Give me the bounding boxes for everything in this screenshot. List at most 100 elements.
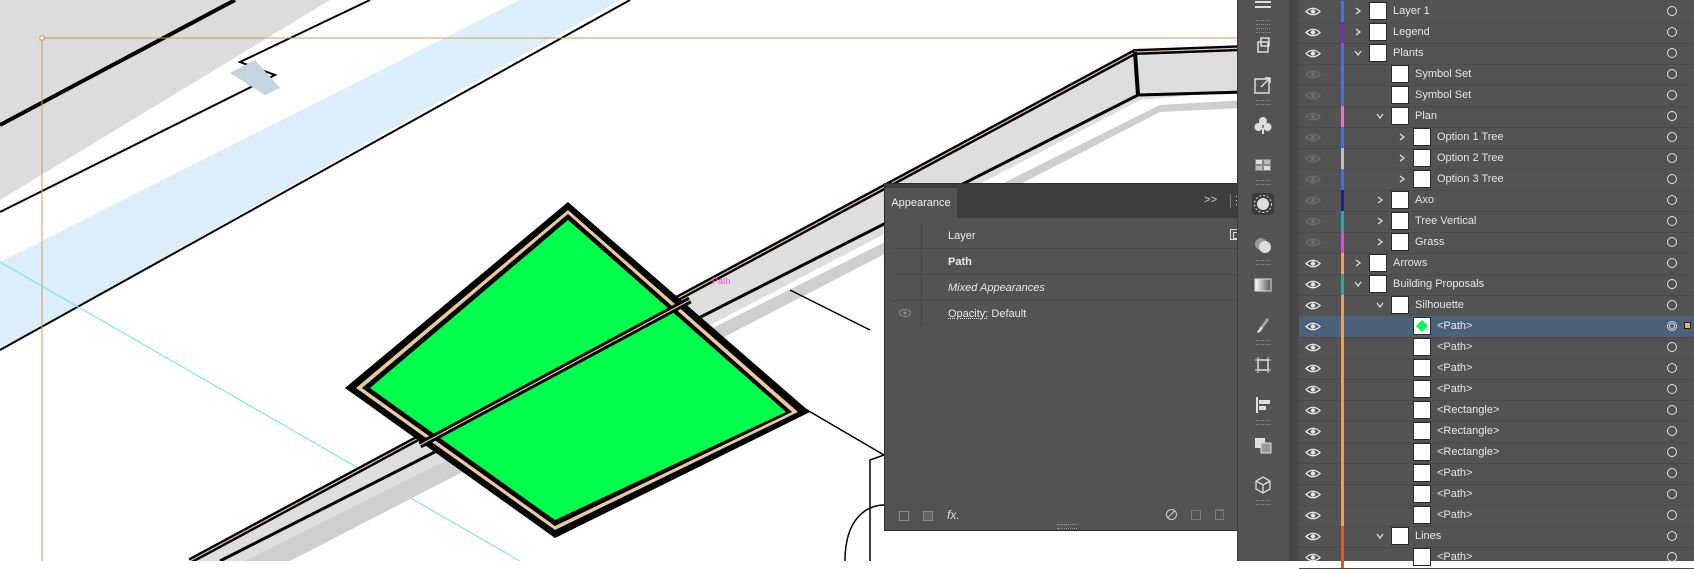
appearance-panel-header[interactable]: Appearance >>	[885, 184, 1253, 218]
align-icon[interactable]	[1252, 394, 1274, 416]
eye-icon[interactable]	[1305, 237, 1321, 248]
eye-icon[interactable]	[899, 308, 911, 318]
selection-indicator[interactable]	[1684, 322, 1691, 329]
layer-row[interactable]: <Rectangle>	[1299, 400, 1694, 422]
target-icon[interactable]	[1667, 489, 1677, 499]
layer-row[interactable]: Axo	[1299, 190, 1694, 212]
eye-icon[interactable]	[1305, 384, 1321, 395]
layer-row[interactable]: Building Proposals	[1299, 274, 1694, 296]
target-icon[interactable]	[1667, 174, 1677, 184]
layer-name[interactable]: <Path>	[1437, 488, 1472, 500]
layer-row[interactable]: Tree Vertical	[1299, 211, 1694, 233]
symbols-icon[interactable]	[1252, 114, 1274, 136]
tab-appearance[interactable]: Appearance	[885, 188, 957, 218]
chevron-down-icon[interactable]	[1375, 300, 1385, 310]
dock-grip[interactable]	[1256, 28, 1270, 33]
menu-lines-icon[interactable]	[1252, 0, 1274, 22]
layer-name[interactable]: Arrows	[1393, 257, 1427, 269]
add-fill-button[interactable]	[923, 511, 933, 521]
chevron-right-icon[interactable]	[1397, 153, 1407, 163]
layers-panel[interactable]: Layer 1 Legend Plants Symbol Set Symbol Set P…	[1289, 0, 1694, 561]
export-icon[interactable]	[1252, 74, 1274, 96]
eye-icon[interactable]	[1305, 174, 1321, 185]
layer-name[interactable]: Option 2 Tree	[1437, 152, 1504, 164]
layer-name[interactable]: Layer 1	[1393, 5, 1430, 17]
eye-icon[interactable]	[1305, 69, 1321, 80]
appearance-row-mixed[interactable]: Mixed Appearances	[893, 276, 1247, 301]
appearance-icon[interactable]	[1252, 193, 1274, 215]
layer-name[interactable]: Lines	[1415, 530, 1441, 542]
chevron-down-icon[interactable]	[1353, 279, 1363, 289]
3d-cube-icon[interactable]	[1252, 474, 1274, 496]
appearance-row-path[interactable]: Path	[893, 250, 1247, 275]
chevron-right-icon[interactable]	[1353, 258, 1363, 268]
collapse-panel-button[interactable]: >>	[1204, 194, 1217, 206]
swatches-icon[interactable]	[1252, 154, 1274, 176]
target-icon[interactable]	[1667, 363, 1677, 373]
eye-icon[interactable]	[1305, 48, 1321, 59]
layer-name[interactable]: Axo	[1415, 194, 1434, 206]
target-icon[interactable]	[1667, 48, 1677, 58]
appearance-row-layer[interactable]: Layer	[893, 224, 1247, 249]
layer-row[interactable]: Symbol Set	[1299, 64, 1694, 86]
pathfinder-icon[interactable]	[1252, 434, 1274, 456]
target-icon[interactable]	[1667, 321, 1677, 331]
chevron-down-icon[interactable]	[1375, 111, 1385, 121]
layer-name[interactable]: <Path>	[1437, 320, 1472, 332]
eye-icon[interactable]	[1305, 342, 1321, 353]
fx-button[interactable]: fx.	[947, 508, 960, 522]
eye-icon[interactable]	[1305, 279, 1321, 290]
appearance-row-opacity[interactable]: Opacity: Default	[893, 302, 1247, 326]
opacity-link[interactable]: Opacity:	[948, 308, 988, 320]
target-icon[interactable]	[1667, 132, 1677, 142]
eye-icon[interactable]	[1305, 531, 1321, 542]
layer-name[interactable]: <Path>	[1437, 551, 1472, 563]
layer-row[interactable]: <Path>	[1299, 505, 1694, 527]
chevron-down-icon[interactable]	[1353, 48, 1363, 58]
dock-grip[interactable]	[1256, 500, 1270, 505]
target-icon[interactable]	[1667, 468, 1677, 478]
target-icon[interactable]	[1667, 300, 1677, 310]
layer-row[interactable]: <Path>	[1299, 358, 1694, 380]
layer-name[interactable]: <Rectangle>	[1437, 425, 1499, 437]
target-icon[interactable]	[1667, 384, 1677, 394]
target-icon[interactable]	[1667, 69, 1677, 79]
target-icon[interactable]	[1667, 405, 1677, 415]
eye-icon[interactable]	[1305, 447, 1321, 458]
layer-name[interactable]: Option 3 Tree	[1437, 173, 1504, 185]
eye-icon[interactable]	[1305, 132, 1321, 143]
target-icon[interactable]	[1667, 153, 1677, 163]
layer-row[interactable]: Grass	[1299, 232, 1694, 254]
layer-row[interactable]: <Path>	[1299, 484, 1694, 506]
target-icon[interactable]	[1667, 426, 1677, 436]
layer-row[interactable]: <Rectangle>	[1299, 442, 1694, 464]
target-icon[interactable]	[1667, 6, 1677, 16]
dock-grip[interactable]	[1256, 260, 1270, 265]
eye-icon[interactable]	[1305, 90, 1321, 101]
layer-row[interactable]: Legend	[1299, 22, 1694, 44]
layer-name[interactable]: Symbol Set	[1415, 89, 1471, 101]
dock-grip[interactable]	[1256, 100, 1270, 105]
layer-row[interactable]: Option 3 Tree	[1299, 169, 1694, 191]
layer-name[interactable]: <Path>	[1437, 509, 1472, 521]
layer-row[interactable]: Arrows	[1299, 253, 1694, 275]
eye-icon[interactable]	[1305, 321, 1321, 332]
eye-icon[interactable]	[1305, 363, 1321, 374]
target-icon[interactable]	[1667, 111, 1677, 121]
trash-icon[interactable]	[1215, 509, 1224, 520]
chevron-right-icon[interactable]	[1375, 216, 1385, 226]
eye-icon[interactable]	[1305, 216, 1321, 227]
layer-name[interactable]: Plants	[1393, 47, 1424, 59]
layer-row[interactable]: <Path>	[1299, 379, 1694, 401]
chevron-right-icon[interactable]	[1353, 27, 1363, 37]
layer-name[interactable]: Tree Vertical	[1415, 215, 1476, 227]
layer-row[interactable]: <Rectangle>	[1299, 421, 1694, 443]
target-icon[interactable]	[1667, 342, 1677, 352]
artboards-icon[interactable]	[1252, 354, 1274, 376]
chevron-right-icon[interactable]	[1397, 174, 1407, 184]
layer-row[interactable]: Plan	[1299, 106, 1694, 128]
eye-icon[interactable]	[1305, 426, 1321, 437]
layer-name[interactable]: Plan	[1415, 110, 1437, 122]
eye-icon[interactable]	[1305, 552, 1321, 563]
eye-icon[interactable]	[1305, 27, 1321, 38]
